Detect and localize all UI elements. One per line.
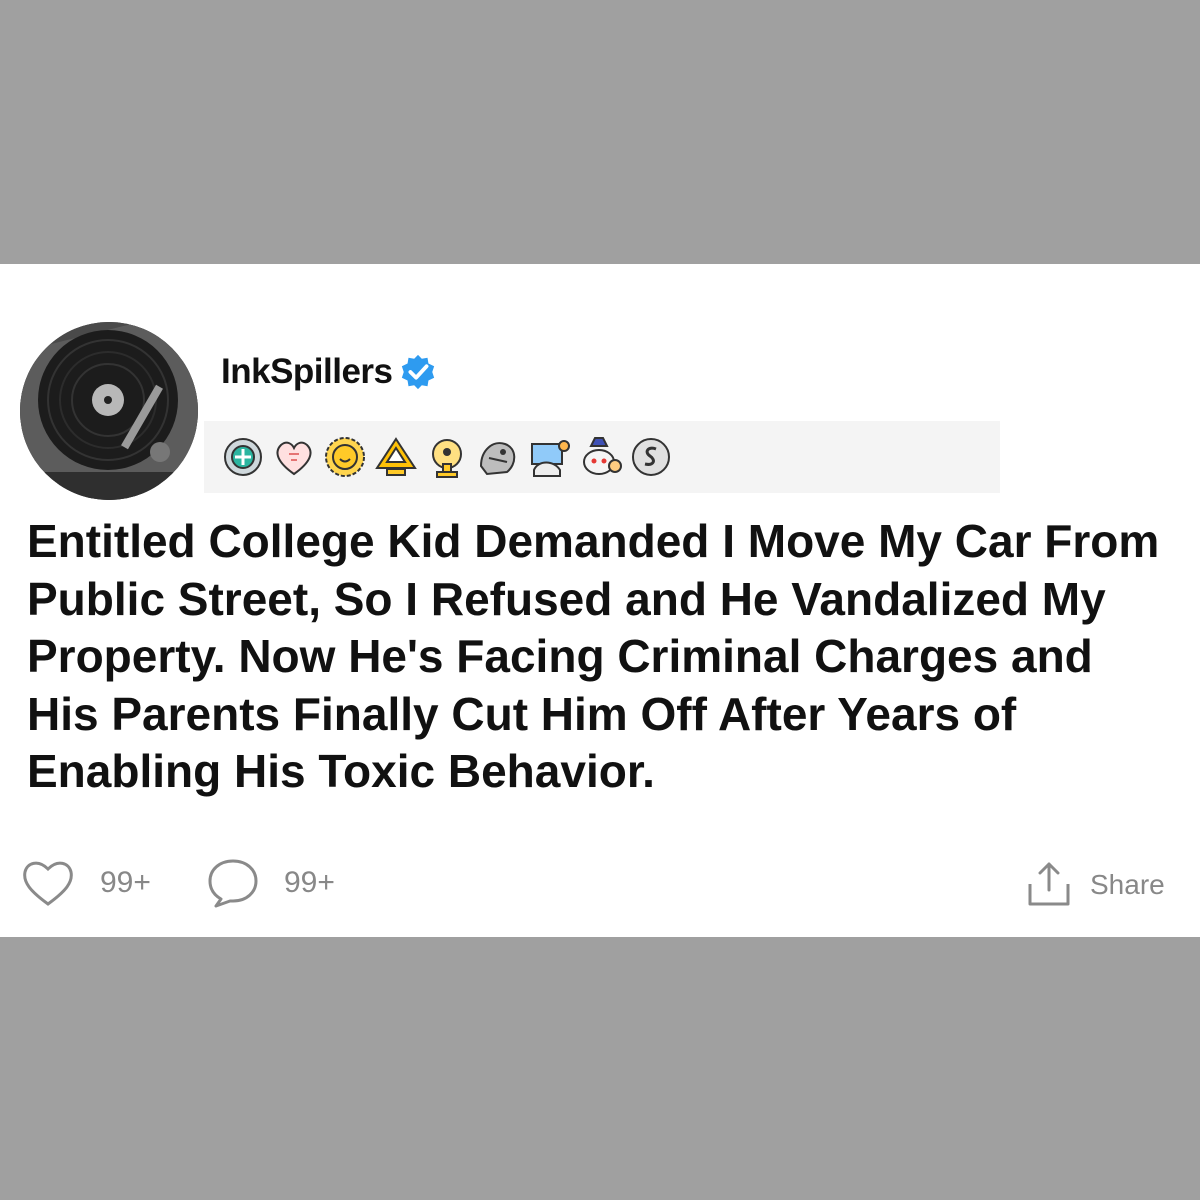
avatar[interactable] xyxy=(20,322,198,500)
heart-badge-icon[interactable] xyxy=(269,432,319,482)
heart-icon[interactable] xyxy=(20,856,76,908)
comment-count: 99+ xyxy=(284,866,335,899)
share-button[interactable]: Share xyxy=(1090,869,1165,901)
upvote-badge-icon[interactable] xyxy=(371,432,421,482)
awards-row xyxy=(218,432,676,482)
username[interactable]: InkSpillers xyxy=(221,352,393,392)
top-gray-band xyxy=(0,0,1200,264)
snoo-badge-icon[interactable] xyxy=(575,432,625,482)
comment-icon[interactable] xyxy=(204,856,262,910)
username-row: InkSpillers xyxy=(221,352,437,392)
verified-check-icon xyxy=(401,354,434,390)
action-bar: 99+ 99+ Share xyxy=(0,856,1200,912)
silver-badge-icon[interactable] xyxy=(626,432,676,482)
like-count: 99+ xyxy=(100,866,151,899)
hug-badge-icon[interactable] xyxy=(473,432,523,482)
share-icon[interactable] xyxy=(1024,858,1074,910)
helper-badge-icon[interactable] xyxy=(218,432,268,482)
bottom-gray-band xyxy=(0,937,1200,1200)
post-title[interactable]: Entitled College Kid Demanded I Move My … xyxy=(27,513,1177,801)
trophy-badge-icon[interactable] xyxy=(422,432,472,482)
sun-badge-icon[interactable] xyxy=(320,432,370,482)
party-badge-icon[interactable] xyxy=(524,432,574,482)
record-player-icon xyxy=(20,322,198,500)
